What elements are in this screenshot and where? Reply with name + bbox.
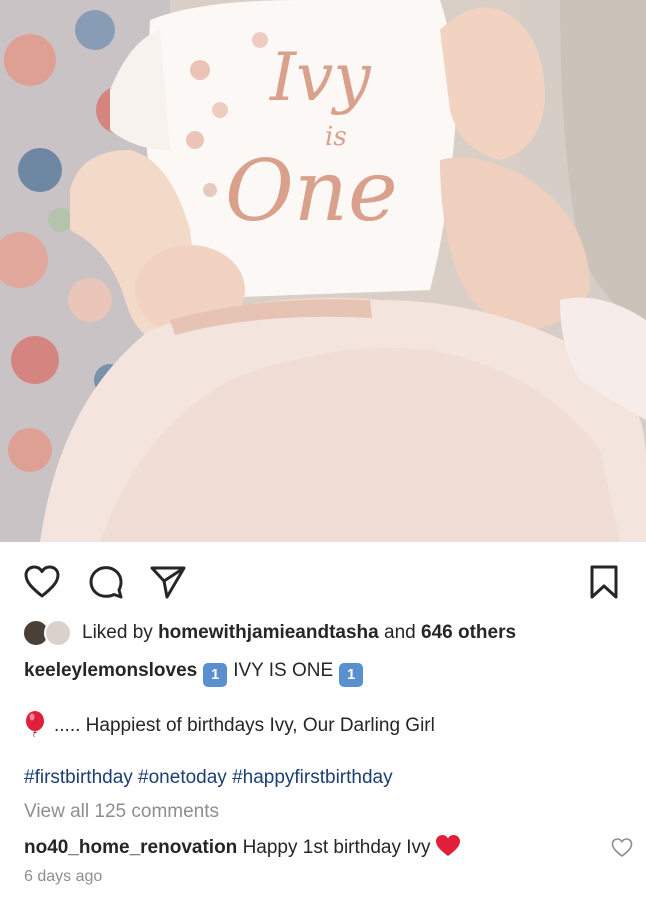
post-action-bar (0, 542, 646, 616)
bookmark-save-icon[interactable] (584, 562, 624, 602)
shirt-text-ivy: Ivy (269, 39, 371, 116)
likes-prefix: Liked by (82, 622, 153, 643)
baby-photo-illustration: Ivy is One (0, 0, 646, 542)
keycap-one-emoji: 1 (203, 663, 228, 687)
caption-message: ..... Happiest of birthdays Ivy, Our Dar… (24, 711, 435, 739)
likes-count-link[interactable]: 646 others (421, 622, 516, 644)
comment-bubble-icon[interactable] (86, 562, 126, 602)
post-photo[interactable]: Ivy is One (0, 0, 646, 542)
comment-row: no40_home_renovation Happy 1st birthday … (24, 834, 461, 861)
share-paper-plane-icon[interactable] (148, 562, 188, 602)
avatar (44, 619, 72, 647)
keycap-one-emoji: 1 (339, 663, 364, 687)
likes-conjunction: and (384, 622, 416, 643)
likes-summary: Liked by homewithjamieandtasha and 646 o… (22, 618, 516, 648)
red-heart-emoji-icon (435, 834, 461, 858)
caption-header: keeleylemonsloves 1 IVY IS ONE 1 (24, 658, 369, 687)
shirt-text-one: One (225, 142, 398, 240)
liker-username-link[interactable]: homewithjamieandtasha (158, 622, 379, 644)
liker-avatars[interactable] (22, 619, 74, 647)
comment-text: Happy 1st birthday Ivy (242, 837, 431, 858)
caption-username-link[interactable]: keeleylemonsloves (24, 660, 197, 681)
like-heart-icon[interactable] (22, 562, 62, 602)
comment-like-heart-icon[interactable] (610, 836, 634, 860)
post-timestamp: 6 days ago (24, 868, 103, 885)
caption-hashtags[interactable]: #firstbirthday #onetoday #happyfirstbirt… (24, 765, 393, 791)
balloon-icon (24, 711, 46, 738)
view-all-comments-link[interactable]: View all 125 comments (24, 799, 219, 825)
caption-title: IVY IS ONE (233, 660, 334, 681)
caption-message-text: ..... Happiest of birthdays Ivy, Our Dar… (54, 715, 435, 736)
comment-username-link[interactable]: no40_home_renovation (24, 837, 237, 858)
